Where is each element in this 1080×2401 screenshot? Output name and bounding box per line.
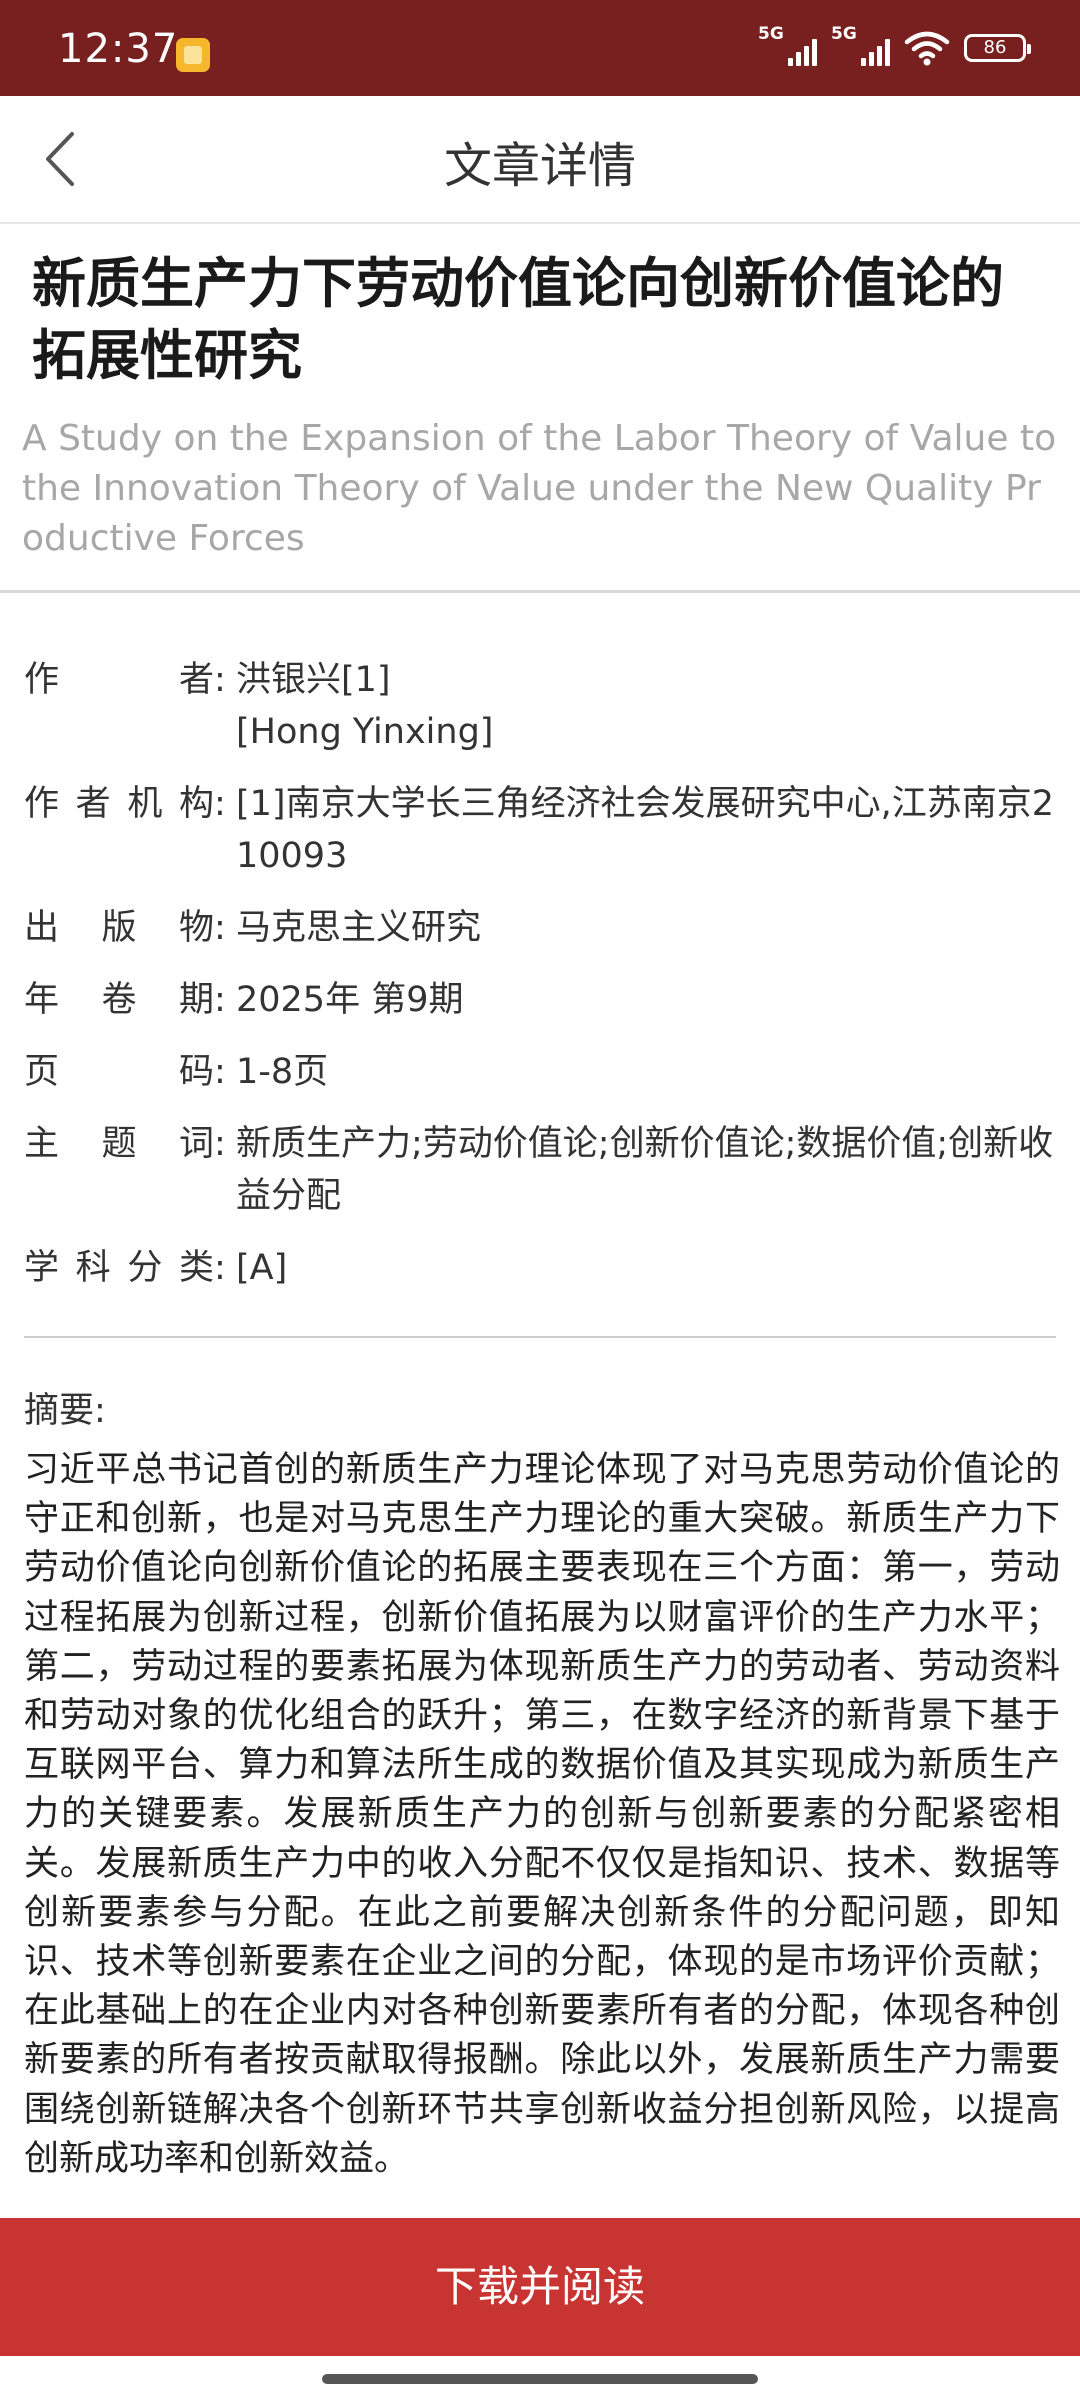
meta-label: 年卷期	[24, 980, 214, 1020]
wifi-icon	[904, 30, 950, 66]
meta-row-issue: 年卷期 : 2025年 第9期	[24, 974, 1064, 1026]
meta-row-publication: 出版物 : 马克思主义研究	[24, 902, 1064, 954]
status-icons: 5G 5G 86	[758, 24, 1031, 66]
meta-value: 新质生产力;劳动价值论;创新价值论;数据价值;创新收益分配	[236, 1124, 1054, 1216]
meta-value: 马克思主义研究	[236, 908, 482, 948]
meta-row-subject: 学科分类 : [A]	[24, 1242, 1064, 1294]
download-and-read-button[interactable]: 下载并阅读	[0, 2218, 1080, 2356]
gesture-nav-area	[0, 2356, 1080, 2401]
status-time: 12:37	[58, 26, 179, 72]
app-header: 文章详情	[0, 96, 1080, 224]
meta-colon: :	[214, 1248, 226, 1288]
section-divider	[24, 1336, 1056, 1338]
meta-row-affiliation: 作者机构 : [1]南京大学长三角经济社会发展研究中心,江苏南京210093	[24, 778, 1064, 882]
meta-label: 作者机构	[24, 784, 214, 824]
article-title-cn: 新质生产力下劳动价值论向创新价值论的拓展性研究	[32, 252, 1004, 387]
meta-colon: :	[214, 784, 226, 824]
article-title-block: 新质生产力下劳动价值论向创新价值论的拓展性研究 A Study on the E…	[0, 224, 1080, 593]
network-type-label: 5G	[831, 24, 857, 44]
status-bar: 12:37 5G 5G 86	[0, 0, 1080, 96]
meta-colon: :	[214, 660, 226, 700]
meta-label: 学科分类	[24, 1248, 214, 1288]
page-title: 文章详情	[443, 138, 636, 194]
meta-colon: :	[214, 1052, 226, 1092]
cellular-signal-icon: 5G	[758, 24, 817, 66]
abstract-label: 摘要:	[24, 1391, 106, 1431]
meta-colon: :	[214, 980, 226, 1020]
battery-icon: 86	[964, 34, 1031, 62]
meta-label: 作者	[24, 660, 214, 700]
meta-label: 出版物	[24, 908, 214, 948]
meta-value: 2025年 第9期	[236, 980, 464, 1020]
notification-app-icon	[176, 38, 210, 72]
abstract-scroll-area[interactable]: 习近平总书记首创的新质生产力理论体现了对马克思劳动价值论的守正和创新，也是对马克…	[24, 1446, 1060, 2218]
meta-label: 页码	[24, 1052, 214, 1092]
abstract-text: 习近平总书记首创的新质生产力理论体现了对马克思劳动价值论的守正和创新，也是对马克…	[24, 1450, 1060, 2179]
meta-label: 主题词	[24, 1124, 214, 1164]
home-indicator[interactable]	[322, 2374, 758, 2384]
meta-colon: :	[214, 1124, 226, 1164]
author-name-en: [Hong Yinxing]	[236, 712, 494, 752]
meta-value: 洪银兴[1] [Hong Yinxing]	[234, 654, 1064, 758]
meta-row-pages: 页码 : 1-8页	[24, 1046, 1064, 1098]
meta-value: 1-8页	[236, 1052, 329, 1092]
article-metadata: 作者 : 洪银兴[1] [Hong Yinxing] 作者机构 : [1]南京大…	[24, 654, 1064, 1314]
cellular-signal-icon: 5G	[831, 24, 890, 66]
meta-row-keywords: 主题词 : 新质生产力;劳动价值论;创新价值论;数据价值;创新收益分配	[24, 1118, 1064, 1222]
meta-row-author: 作者 : 洪银兴[1] [Hong Yinxing]	[24, 654, 1064, 758]
meta-value: [A]	[236, 1248, 288, 1288]
author-name-cn: 洪银兴[1]	[236, 660, 391, 700]
meta-value: [1]南京大学长三角经济社会发展研究中心,江苏南京210093	[236, 784, 1054, 876]
article-title-en: A Study on the Expansion of the Labor Th…	[22, 418, 1057, 559]
network-type-label: 5G	[758, 24, 784, 44]
meta-colon: :	[214, 908, 226, 948]
